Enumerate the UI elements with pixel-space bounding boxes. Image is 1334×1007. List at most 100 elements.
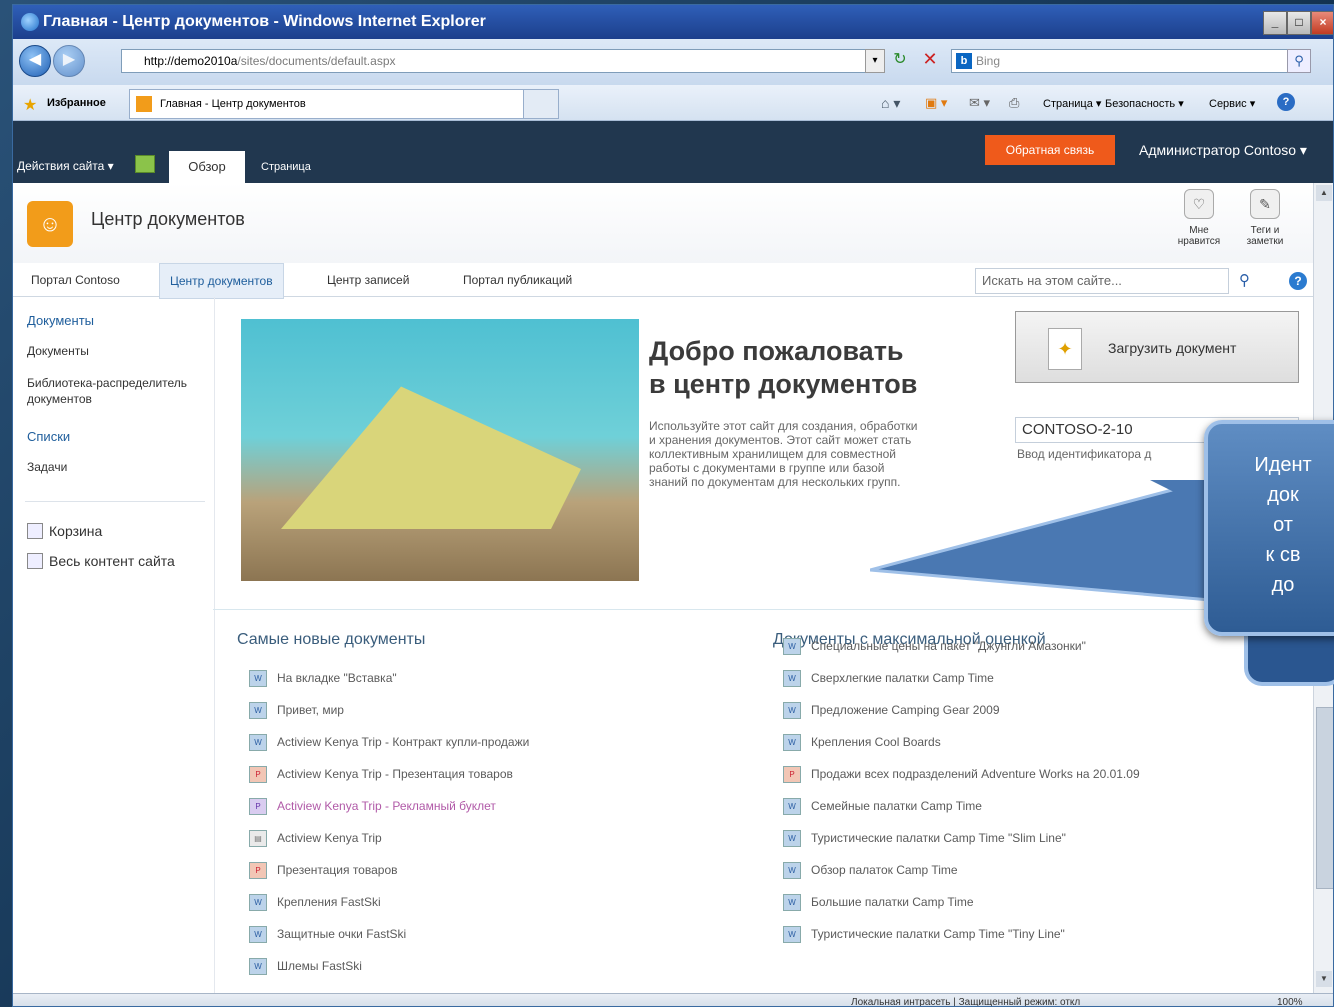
doc-title: Крепления Cool Boards: [811, 735, 941, 749]
tools-menu[interactable]: Сервис ▾: [1209, 97, 1255, 110]
site-search-input[interactable]: Искать на этом сайте...: [975, 268, 1229, 294]
zoom-level[interactable]: 100%: [1277, 997, 1303, 1006]
tab-title: Главная - Центр документов: [160, 98, 306, 110]
site-actions-menu[interactable]: Действия сайта ▾: [17, 159, 114, 173]
refresh-icon[interactable]: ↻: [889, 49, 911, 71]
safety-menu[interactable]: Безопасность ▾: [1105, 97, 1184, 110]
status-bar: Локальная интрасеть | Защищенный режим: …: [13, 993, 1333, 1006]
stop-icon[interactable]: ✕: [919, 49, 941, 71]
print-icon[interactable]: ⎙: [1009, 95, 1019, 111]
list-item[interactable]: W Сверхлегкие палатки Camp Time: [783, 669, 994, 688]
nav-records-center[interactable]: Центр записей: [317, 263, 419, 297]
list-item[interactable]: W Actiview Kenya Trip - Контракт купли-пр…: [249, 733, 529, 752]
list-item[interactable]: P Actiview Kenya Trip - Рекламный буклет: [249, 797, 496, 816]
ql-recycle-bin[interactable]: Корзина: [49, 523, 239, 539]
favorites-button[interactable]: Избранное: [47, 97, 106, 109]
ql-all-content[interactable]: Весь контент сайта: [49, 553, 239, 569]
search-box[interactable]: b Bing: [951, 49, 1307, 73]
callout-line: док: [1267, 484, 1299, 506]
list-item[interactable]: ▤ Actiview Kenya Trip: [249, 829, 382, 848]
tags-label-line2: заметки: [1246, 236, 1284, 247]
doc-title: Туристические палатки Camp Time "Slim Li…: [811, 831, 1066, 845]
word-doc-icon: W: [783, 734, 801, 752]
nav-publishing-portal[interactable]: Портал публикаций: [453, 263, 582, 297]
word-doc-icon: W: [783, 862, 801, 880]
page-menu[interactable]: Страница ▾: [1043, 97, 1101, 110]
nav-document-center[interactable]: Центр документов: [159, 263, 284, 299]
ql-documents-header[interactable]: Документы: [27, 313, 94, 328]
scroll-down-arrow-icon[interactable]: ▼: [1316, 971, 1332, 987]
callout-line: до: [1271, 574, 1295, 596]
site-title[interactable]: Центр документов: [91, 209, 245, 230]
word-doc-icon: W: [249, 670, 267, 688]
ql-library-line2[interactable]: документов: [27, 391, 217, 407]
ql-tasks[interactable]: Задачи: [27, 459, 217, 475]
security-zone[interactable]: Локальная интрасеть | Защищенный режим: …: [851, 997, 1080, 1006]
forward-button[interactable]: ▶: [53, 45, 85, 77]
list-item[interactable]: W Большие палатки Camp Time: [783, 893, 974, 912]
callout-line: Идент: [1254, 454, 1312, 476]
ql-lists-header[interactable]: Списки: [27, 429, 70, 444]
browser-tab[interactable]: Главная - Центр документов: [129, 89, 551, 119]
title-bar: Главная - Центр документов - Windows Int…: [13, 5, 1333, 39]
list-item[interactable]: W Предложение Camping Gear 2009: [783, 701, 1000, 720]
list-item[interactable]: P Продажи всех подразделений Adventure Wo…: [783, 765, 1140, 784]
word-doc-icon: W: [783, 926, 801, 944]
list-item[interactable]: W Специальные цены на пакет "Джунгли Амаз…: [783, 637, 1086, 656]
list-item[interactable]: W Шлемы FastSki: [249, 957, 362, 976]
site-search-icon[interactable]: ⚲: [1239, 271, 1250, 289]
doc-title: Презентация товаров: [277, 863, 398, 877]
doc-title: Продажи всех подразделений Adventure Wor…: [811, 767, 1140, 781]
list-item[interactable]: W Защитные очки FastSki: [249, 925, 406, 944]
ql-library-line1[interactable]: Библиотека-распределитель: [27, 375, 217, 391]
home-icon[interactable]: ⌂ ▾: [881, 95, 900, 112]
word-doc-icon: W: [783, 670, 801, 688]
callout-box: Идент док от к св до: [1204, 420, 1334, 636]
help-menu-icon[interactable]: ?: [1277, 93, 1295, 111]
list-item[interactable]: W Крепления Cool Boards: [783, 733, 941, 752]
maximize-button[interactable]: □: [1287, 11, 1311, 35]
tags-notes-button[interactable]: ✎ Теги и заметки: [1235, 189, 1295, 247]
help-icon[interactable]: ?: [1289, 272, 1307, 290]
tab-overview[interactable]: Обзор: [169, 151, 245, 183]
list-item[interactable]: P Презентация товаров: [249, 861, 398, 880]
list-item[interactable]: P Actiview Kenya Trip - Презентация товар…: [249, 765, 513, 784]
scroll-up-arrow-icon[interactable]: ▲: [1316, 185, 1332, 201]
tab-page[interactable]: Страница: [261, 161, 311, 173]
back-button[interactable]: ◀: [19, 45, 51, 77]
welcome-title-line2: в центр документов: [649, 369, 918, 399]
nav-contoso-portal[interactable]: Портал Contoso: [21, 263, 130, 297]
list-item[interactable]: W Туристические палатки Camp Time "Slim L…: [783, 829, 1066, 848]
address-field[interactable]: http://demo2010a/sites/documents/default…: [121, 49, 885, 73]
list-item[interactable]: W Крепления FastSki: [249, 893, 381, 912]
doc-title: Большие палатки Camp Time: [811, 895, 974, 909]
list-item[interactable]: W Привет, мир: [249, 701, 344, 720]
feedback-button[interactable]: Обратная связь: [985, 135, 1115, 165]
word-doc-icon: W: [783, 702, 801, 720]
list-item[interactable]: W Туристические палатки Camp Time "Tiny L…: [783, 925, 1065, 944]
i-like-it-button[interactable]: ♡ Мне нравится: [1169, 189, 1229, 247]
upload-document-button[interactable]: ✦ Загрузить документ: [1015, 311, 1299, 383]
close-button[interactable]: ×: [1311, 11, 1333, 35]
window-title: Главная - Центр документов - Windows Int…: [43, 13, 486, 30]
search-engine-label: Bing: [976, 54, 1001, 68]
minimize-button[interactable]: _: [1263, 11, 1287, 35]
bing-icon: b: [956, 53, 972, 69]
search-icon[interactable]: ⚲: [1287, 49, 1311, 73]
powerpoint-doc-icon: P: [249, 862, 267, 880]
list-item[interactable]: W На вкладке "Вставка": [249, 669, 397, 688]
list-item[interactable]: W Семейные палатки Camp Time: [783, 797, 982, 816]
scrollbar-thumb[interactable]: [1316, 707, 1333, 889]
url-host: http://demo2010a: [144, 54, 238, 68]
user-menu[interactable]: Администратор Contoso ▾: [1139, 142, 1307, 159]
new-tab-button[interactable]: [523, 89, 559, 119]
feeds-icon[interactable]: ▣ ▾: [925, 95, 947, 111]
ql-documents[interactable]: Документы: [27, 343, 217, 359]
doc-title: Туристические палатки Camp Time "Tiny Li…: [811, 927, 1065, 941]
address-dropdown-button[interactable]: ▾: [865, 49, 885, 73]
site-logo-icon[interactable]: ☺: [27, 201, 73, 247]
word-doc-icon: W: [783, 830, 801, 848]
navigate-up-icon[interactable]: [135, 155, 155, 173]
list-item[interactable]: W Обзор палаток Camp Time: [783, 861, 958, 880]
mail-icon[interactable]: ✉ ▾: [969, 95, 990, 111]
